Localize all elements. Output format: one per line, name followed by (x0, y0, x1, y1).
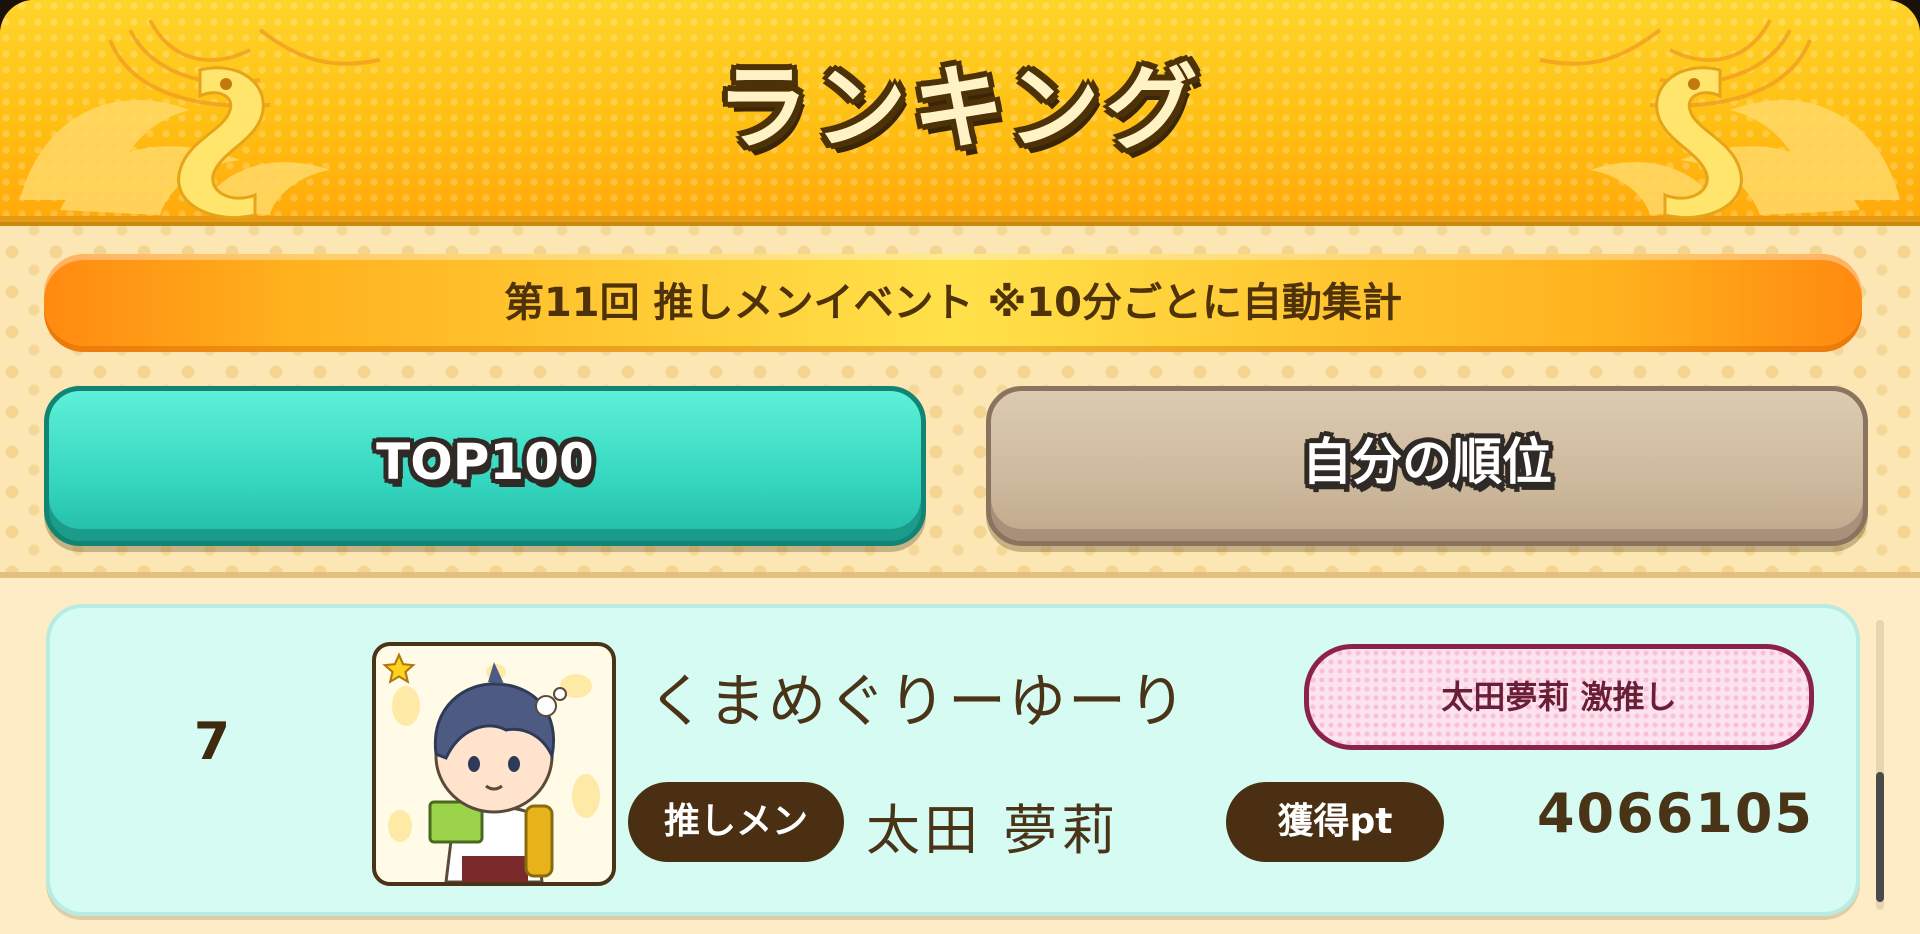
rank-number: 7 (193, 712, 231, 772)
event-banner: 第11回 推しメンイベント ※10分ごとに自動集計 (44, 254, 1862, 352)
tab-my-rank[interactable]: 自分の順位 (986, 386, 1868, 546)
header: ランキング (0, 0, 1920, 226)
user-name: くまめぐりーゆーり (648, 667, 1189, 735)
avatar[interactable] (372, 642, 616, 886)
oshi-member-name: 太田 夢莉 (866, 799, 1120, 862)
ranking-screen: ランキング 第11回 推しメンイベント ※10分ごとに自動集計 TOP100 自… (0, 0, 1920, 934)
page-title: ランキング (716, 55, 1204, 162)
oshi-label: 推しメン (628, 782, 844, 862)
star-icon (382, 652, 416, 684)
points-label: 獲得pt (1226, 782, 1444, 862)
fan-badge: 太田夢莉 激推し (1304, 644, 1814, 750)
scrollbar-thumb[interactable] (1876, 772, 1884, 902)
tab-top100[interactable]: TOP100 (44, 386, 926, 546)
points-value: 4066105 (1536, 782, 1814, 845)
